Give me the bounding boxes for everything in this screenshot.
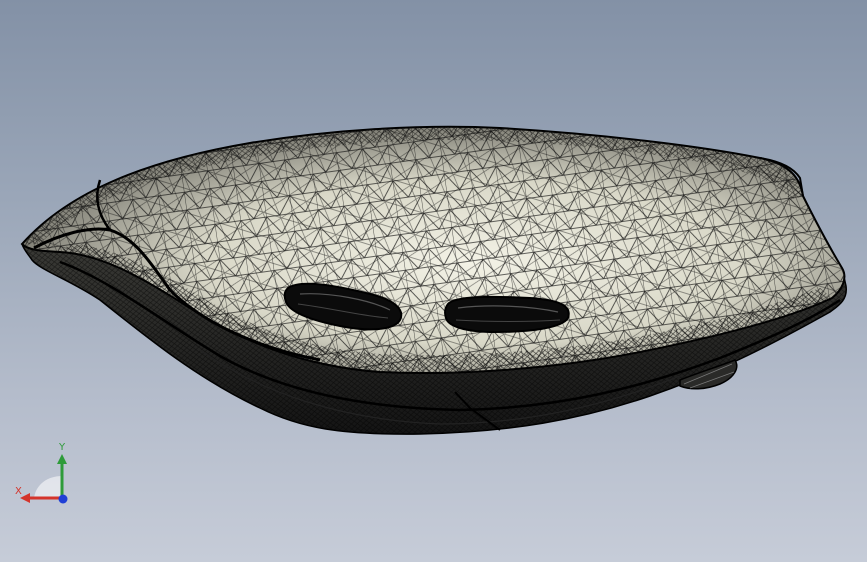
y-axis-label: Y (59, 442, 66, 453)
triad-icon (20, 454, 68, 504)
mesh-model[interactable] (0, 0, 867, 562)
graphics-viewport[interactable]: X Y (0, 0, 867, 562)
x-axis-label: X (15, 486, 22, 497)
vent-right (443, 295, 570, 334)
coordinate-triad: X Y (12, 440, 76, 510)
